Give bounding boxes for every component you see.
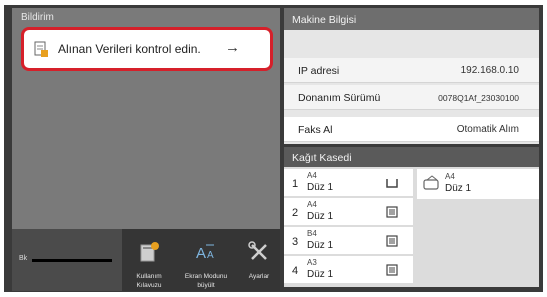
info-value: 0078Q1Af_23030100 bbox=[438, 93, 519, 103]
tray-empty-icon bbox=[386, 179, 398, 188]
bypass-tray[interactable]: A4 Düz 1 bbox=[417, 169, 539, 199]
bypass-paper-type: Düz 1 bbox=[445, 183, 472, 194]
tray-full-icon bbox=[386, 206, 398, 218]
tray-paper-size: A3 bbox=[307, 258, 317, 267]
info-key: Faks Al bbox=[298, 124, 333, 136]
notification-panel: Bildirim Alınan Verileri kontrol edin. → bbox=[12, 8, 280, 230]
info-row-hardware-version: Donanım Sürümü 0078Q1Af_23030100 bbox=[284, 85, 539, 110]
text-size-icon: A A bbox=[196, 244, 214, 262]
settings-button[interactable]: Ayarlar bbox=[240, 229, 278, 291]
paper-tray-title: Kağıt Kasedi bbox=[284, 147, 539, 167]
paper-tray-panel: Kağıt Kasedi 1 A4 Düz 1 2 A4 Düz 1 3 B4 … bbox=[284, 147, 539, 287]
tray-row[interactable]: 1 A4 Düz 1 bbox=[284, 169, 413, 197]
tray-paper-type: Düz 1 bbox=[307, 269, 334, 280]
info-row-ip: IP adresi 192.168.0.10 bbox=[284, 58, 539, 83]
bypass-paper-size: A4 bbox=[445, 172, 455, 181]
tray-paper-type: Düz 1 bbox=[307, 211, 334, 222]
tray-paper-type: Düz 1 bbox=[307, 240, 334, 251]
received-document-icon bbox=[34, 41, 48, 57]
user-guide-label-line1: Kullanım bbox=[136, 273, 162, 280]
tray-row[interactable]: 2 A4 Düz 1 bbox=[284, 198, 413, 226]
toner-label: Bk bbox=[19, 255, 28, 262]
info-key: IP adresi bbox=[298, 65, 340, 77]
enlarge-display-label-line1: Ekran Modunu bbox=[184, 273, 228, 280]
tray-paper-size: A4 bbox=[307, 200, 317, 209]
book-icon bbox=[140, 242, 159, 262]
svg-text:A: A bbox=[196, 245, 206, 262]
notification-item[interactable]: Alınan Verileri kontrol edin. → bbox=[21, 27, 273, 71]
enlarge-display-button[interactable]: A A Ekran Modunu büyült bbox=[175, 229, 237, 291]
tray-paper-type: Düz 1 bbox=[307, 182, 334, 193]
user-guide-button[interactable]: Kullanım Kılavuzu bbox=[127, 229, 171, 291]
info-key: Donanım Sürümü bbox=[298, 92, 381, 104]
tray-paper-size: A4 bbox=[307, 171, 317, 180]
toner-status: Bk bbox=[12, 229, 122, 291]
tray-row[interactable]: 3 B4 Düz 1 bbox=[284, 227, 413, 255]
machine-info-title: Makine Bilgisi bbox=[284, 8, 539, 30]
toner-level-fill bbox=[32, 259, 112, 262]
enlarge-display-label-line2: büyült bbox=[197, 282, 215, 289]
device-screen: Bildirim Alınan Verileri kontrol edin. →… bbox=[4, 5, 543, 292]
bottom-bar: Bk Kullanım Kılavuzu A A Ekran Modunu bü… bbox=[12, 229, 280, 291]
tray-number: 4 bbox=[292, 265, 299, 277]
notification-message: Alınan Verileri kontrol edin. bbox=[58, 42, 201, 56]
tray-paper-size: B4 bbox=[307, 229, 317, 238]
bypass-tray-icon bbox=[423, 175, 439, 190]
notification-title: Bildirim bbox=[21, 12, 54, 23]
settings-label: Ayarlar bbox=[248, 273, 270, 280]
tray-number: 1 bbox=[292, 178, 299, 190]
toner-level-bar bbox=[32, 259, 112, 262]
info-value: Otomatik Alım bbox=[456, 124, 519, 135]
info-value: 192.168.0.10 bbox=[460, 65, 519, 76]
arrow-right-icon: → bbox=[225, 39, 240, 56]
tray-row[interactable]: 4 A3 Düz 1 bbox=[284, 256, 413, 284]
machine-info-panel: Makine Bilgisi IP adresi 192.168.0.10 Do… bbox=[284, 8, 539, 144]
tray-number: 3 bbox=[292, 236, 299, 248]
user-guide-label-line2: Kılavuzu bbox=[136, 282, 162, 289]
svg-text:A: A bbox=[207, 250, 214, 261]
info-row-fax-receive[interactable]: Faks Al Otomatik Alım bbox=[284, 117, 539, 142]
tray-full-icon bbox=[386, 264, 398, 276]
wrench-screwdriver-icon bbox=[248, 241, 267, 260]
tray-number: 2 bbox=[292, 207, 299, 219]
tray-full-icon bbox=[386, 235, 398, 247]
